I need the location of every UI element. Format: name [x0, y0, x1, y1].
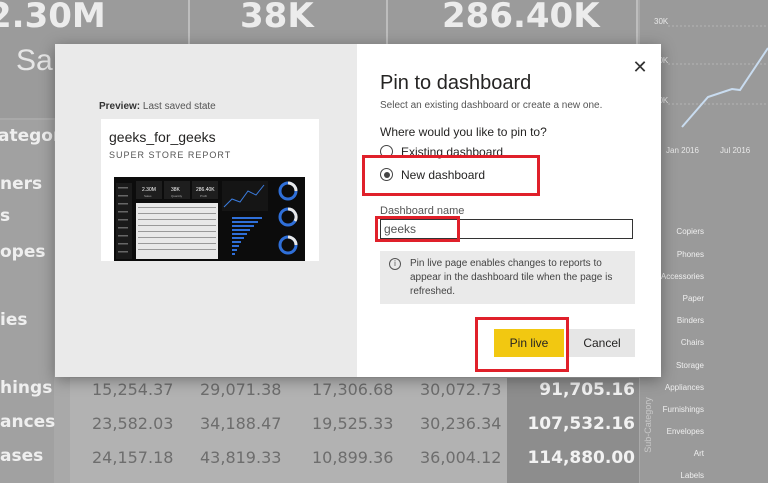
pin-form: ✕ Pin to dashboard Select an existing da…: [357, 44, 661, 377]
pin-to-dashboard-dialog: Preview: Last saved state geeks_for_geek…: [55, 44, 661, 377]
preview-pane: Preview: Last saved state geeks_for_geek…: [55, 44, 357, 377]
bar-label: Appliances: [664, 383, 704, 392]
matrix-cell: 43,819.33: [200, 448, 282, 467]
category-item: opes: [0, 242, 46, 262]
close-icon[interactable]: ✕: [631, 58, 649, 76]
category-item: ies: [0, 310, 28, 330]
matrix-total: 107,532.16: [527, 414, 635, 434]
matrix-total-column: 91,705.16 107,532.16 114,880.00: [507, 378, 639, 483]
bar-label: Envelopes: [666, 427, 704, 436]
matrix-cell: 15,254.37: [92, 380, 174, 399]
matrix-cell: 24,157.18: [92, 448, 174, 467]
pin-location-question: Where would you like to pin to?: [380, 125, 547, 139]
category-item: ases: [0, 446, 44, 466]
report-subtitle: SUPER STORE REPORT: [109, 150, 232, 160]
thumb-kpi-label: Profit: [200, 194, 207, 198]
matrix-cell: 23,582.03: [92, 414, 174, 433]
matrix-cell: 30,236.34: [420, 414, 502, 433]
line-series: [681, 47, 768, 128]
pin-live-button[interactable]: Pin live: [494, 329, 564, 357]
kpi-value: 2.30M: [0, 0, 106, 36]
bar-axis-title: Sub-Category: [642, 397, 653, 453]
category-item: ances: [0, 412, 56, 432]
radio-selected-dot: [383, 171, 390, 178]
category-slicer: ategor ners s opes ies hings ances ases: [0, 120, 61, 483]
preview-state: Last saved state: [142, 101, 216, 112]
matrix-cell: 30,072.73: [420, 380, 502, 399]
category-item: s: [0, 206, 11, 226]
info-text: Pin live page enables changes to reports…: [410, 258, 613, 297]
bar-label: Art: [693, 449, 704, 458]
report-title: geeks_for_geeks: [109, 129, 216, 145]
category-item: hings: [0, 378, 53, 398]
new-dashboard-label[interactable]: New dashboard: [401, 168, 485, 182]
bar-label: Chairs: [680, 338, 704, 347]
data-matrix: 15,254.37 29,071.38 17,306.68 30,072.73 …: [70, 378, 507, 483]
bar-chart-area: [654, 215, 768, 483]
bar-label: Binders: [676, 316, 704, 325]
category-header: ategor: [0, 126, 62, 146]
matrix-cell: 29,071.38: [200, 380, 282, 399]
preview-heading: Preview: Last saved state: [99, 101, 216, 112]
matrix-cell: 34,188.47: [200, 414, 282, 433]
new-dashboard-radio[interactable]: [380, 168, 393, 181]
existing-dashboard-label[interactable]: Existing dashboard: [401, 145, 503, 159]
kpi-label: Sa: [16, 44, 53, 77]
bar-label: Accessories: [660, 272, 704, 281]
matrix-cell: 36,004.12: [420, 448, 502, 467]
bar-label: Copiers: [676, 227, 704, 236]
line-x-tick: Jan 2016: [666, 146, 699, 155]
info-icon: i: [389, 258, 401, 270]
thumb-kpi-label: Quantity: [171, 194, 183, 198]
thumb-kpi: 38K: [171, 187, 181, 193]
existing-dashboard-radio[interactable]: [380, 145, 393, 158]
thumb-kpi: 286.40K: [196, 187, 215, 193]
kpi-value: 286.40K: [442, 0, 600, 36]
thumbnail-graphic: 2.30M 38K 286.40K Sales Quantity Profit: [114, 177, 305, 261]
bar-label: Storage: [675, 361, 704, 370]
matrix-cell: 17,306.68: [312, 380, 394, 399]
kpi-value: 38K: [240, 0, 314, 36]
matrix-cell: 19,525.33: [312, 414, 394, 433]
matrix-cell: 10,899.36: [312, 448, 394, 467]
report-thumbnail: 2.30M 38K 286.40K Sales Quantity Profit: [114, 177, 305, 261]
line-x-tick: Jul 2016: [720, 146, 751, 155]
matrix-total: 114,880.00: [527, 448, 635, 468]
bar-label: Phones: [676, 250, 704, 259]
dashboard-name-input[interactable]: geeks: [380, 219, 633, 239]
dialog-subtitle: Select an existing dashboard or create a…: [380, 100, 603, 111]
preview-label: Preview:: [99, 101, 141, 112]
thumb-kpi: 2.30M: [142, 187, 156, 193]
cancel-button[interactable]: Cancel: [569, 329, 635, 357]
dashboard-name-label: Dashboard name: [380, 205, 465, 217]
bar-label: Paper: [682, 294, 704, 303]
bar-label: Labels: [680, 471, 704, 480]
thumb-kpi-label: Sales: [144, 194, 152, 198]
bar-label: Furnishings: [662, 405, 704, 414]
info-box: i Pin live page enables changes to repor…: [380, 251, 635, 304]
category-item: ners: [0, 174, 43, 194]
matrix-total: 91,705.16: [539, 380, 635, 400]
preview-card: geeks_for_geeks SUPER STORE REPORT 2.30M…: [101, 119, 319, 261]
dialog-title: Pin to dashboard: [380, 72, 532, 94]
